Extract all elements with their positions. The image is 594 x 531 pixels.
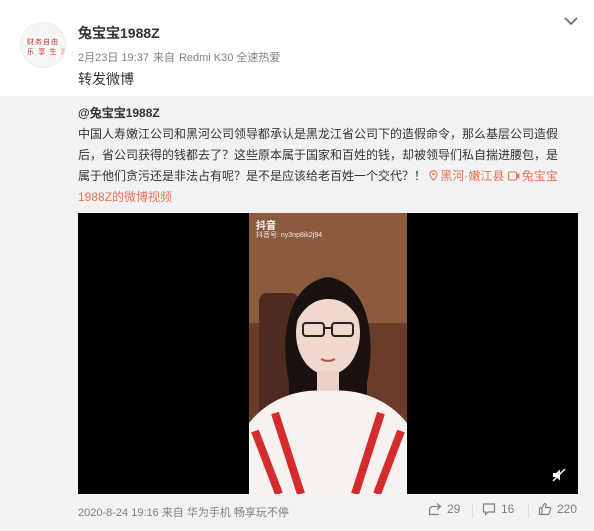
post-meta: 2月23日 19:37 来自 Redmi K30 全速热爱 — [78, 49, 280, 65]
username[interactable]: 兔宝宝1988Z — [78, 23, 160, 43]
tiktok-id: 抖音号: ny3np8ik2j94 — [256, 232, 323, 239]
like-button[interactable]: 220 — [538, 502, 577, 516]
post-device: Redmi K30 全速热爱 — [178, 52, 281, 64]
video-thumbnail — [249, 213, 407, 494]
mute-icon[interactable] — [552, 468, 566, 482]
video-frame: 抖音 抖音号: ny3np8ik2j94 — [249, 213, 407, 494]
comment-button[interactable]: 16 — [482, 502, 514, 516]
location-link[interactable]: 黑河·嫩江县 — [429, 169, 504, 183]
video-player[interactable]: 抖音 抖音号: ny3np8ik2j94 — [78, 213, 578, 494]
avatar-text-2: 乐 享 生 活 — [27, 48, 66, 56]
like-count: 220 — [557, 502, 578, 516]
comment-count: 16 — [501, 502, 515, 516]
comment-icon — [482, 503, 496, 516]
avatar-text-1: 财务自由 — [27, 38, 59, 46]
original-username[interactable]: @兔宝宝1988Z — [78, 104, 160, 121]
post-footer: 2020-8-24 19:16 来自 华为手机 畅享玩不停 29 16 220 — [0, 500, 594, 524]
repost-header: 财务自由 乐 享 生 活 兔宝宝1988Z 2月23日 19:37 来自 Redmi… — [0, 0, 594, 96]
divider — [472, 504, 473, 518]
avatar[interactable]: 财务自由 乐 享 生 活 — [20, 22, 66, 68]
original-post: @兔宝宝1988Z 中国人寿嫩江公司和黑河公司领导都承认是黑龙江省公司下的造假命… — [0, 96, 594, 531]
post-date[interactable]: 2月23日 19:37 — [78, 52, 149, 64]
video-icon — [507, 171, 520, 181]
original-text: 中国人寿嫩江公司和黑河公司领导都承认是黑龙江省公司下的造假命令，那么基层公司造假… — [78, 124, 564, 208]
location-pin-icon — [429, 170, 438, 181]
footer-timestamp: 2020-8-24 19:16 来自 华为手机 畅享玩不停 — [78, 507, 289, 519]
repost-button[interactable]: 29 — [428, 502, 460, 516]
source-prefix: 来自 — [152, 52, 175, 64]
post-text: 转发微博 — [78, 71, 134, 87]
repost-count: 29 — [447, 502, 461, 516]
chevron-down-icon[interactable] — [564, 16, 578, 26]
repost-icon — [428, 503, 442, 516]
divider — [528, 504, 529, 518]
location-label: 黑河·嫩江县 — [440, 169, 505, 183]
thumbs-up-icon — [538, 502, 552, 516]
